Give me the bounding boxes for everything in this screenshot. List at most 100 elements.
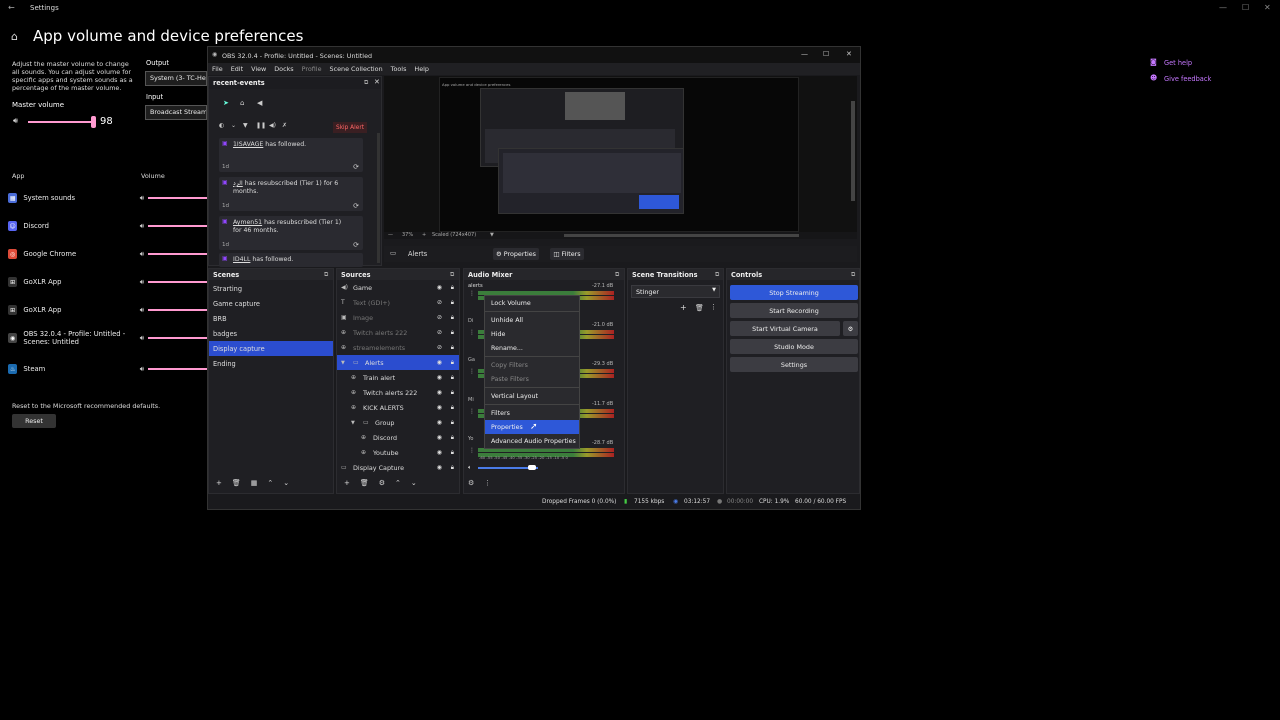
- menu-item[interactable]: Scene Collection: [330, 65, 383, 73]
- app-volume-slider[interactable]: [148, 197, 208, 199]
- eye-icon[interactable]: ◉: [437, 464, 442, 471]
- scene-item[interactable]: BRB: [209, 311, 333, 326]
- add-icon[interactable]: +: [680, 303, 687, 312]
- skip-alert-button[interactable]: Skip Alert: [333, 122, 367, 133]
- obs-close-icon[interactable]: ✕: [846, 50, 852, 58]
- source-item[interactable]: ⊕ streamelements ⊘ 🔒︎: [337, 340, 459, 355]
- close-icon[interactable]: ✕: [1264, 3, 1271, 12]
- zoom-in-icon[interactable]: +: [422, 232, 426, 238]
- zoom-mode[interactable]: Scaled (724x407): [432, 232, 476, 238]
- speaker-icon[interactable]: 🔊︎: [140, 222, 144, 231]
- source-item[interactable]: ⊕ Discord ◉ 🔒︎: [337, 430, 459, 445]
- event-user[interactable]: ID4LL: [233, 256, 250, 263]
- source-item[interactable]: ⊕ Twitch alerts 222 ◉ 🔒︎: [337, 385, 459, 400]
- context-menu-item[interactable]: Filters: [485, 406, 579, 420]
- app-volume-slider[interactable]: [148, 337, 208, 339]
- event-card[interactable]: ▣ الرد has resubscribed (Tier 1) for 6 mo…: [219, 177, 363, 211]
- eye-hidden-icon[interactable]: ⊘: [437, 299, 442, 306]
- eye-icon[interactable]: ◉: [437, 359, 442, 366]
- eye-hidden-icon[interactable]: ⊘: [437, 344, 442, 351]
- source-item[interactable]: ◀) Game ◉ 🔒︎: [337, 280, 459, 295]
- skip-icon[interactable]: ✗: [282, 122, 287, 129]
- lock-icon[interactable]: 🔒︎: [451, 404, 454, 412]
- chevron-down-icon[interactable]: ⌄: [231, 122, 236, 129]
- down-icon[interactable]: ⌄: [283, 479, 289, 487]
- event-user[interactable]: Aymen51: [233, 219, 262, 226]
- context-menu-item[interactable]: Advanced Audio Properties: [485, 434, 579, 448]
- replay-icon[interactable]: ⟳: [353, 202, 359, 210]
- gear-icon[interactable]: ⚙: [379, 479, 385, 487]
- replay-icon[interactable]: ⟳: [353, 241, 359, 249]
- app-volume-slider[interactable]: [148, 309, 208, 311]
- mixer-undock-icon[interactable]: ⧉: [615, 271, 619, 279]
- context-menu-item[interactable]: Unhide All: [485, 313, 579, 327]
- filter-icon[interactable]: ▦: [251, 479, 258, 487]
- app-volume-slider[interactable]: [148, 368, 208, 370]
- volume-icon[interactable]: ◀): [269, 122, 276, 129]
- events-scrollbar[interactable]: [377, 133, 380, 263]
- trash-icon[interactable]: 🗑︎: [360, 479, 369, 487]
- source-item[interactable]: T Text (GDI+) ⊘ 🔒︎: [337, 295, 459, 310]
- give-feedback-link[interactable]: Give feedback: [1164, 75, 1211, 83]
- transitions-undock-icon[interactable]: ⧉: [715, 271, 719, 279]
- expand-icon[interactable]: ▼: [351, 420, 359, 426]
- master-volume-slider[interactable]: [28, 121, 94, 123]
- reset-button[interactable]: Reset: [12, 414, 56, 428]
- start-recording-button[interactable]: Start Recording: [730, 303, 858, 318]
- menu-item[interactable]: Tools: [391, 65, 407, 73]
- channel-menu-icon[interactable]: ⋮: [469, 290, 475, 297]
- pause-icon[interactable]: ❚❚: [256, 122, 266, 129]
- mixer-gear-icon[interactable]: ⚙: [468, 479, 474, 487]
- megaphone-icon[interactable]: ◀: [257, 99, 262, 107]
- eye-icon[interactable]: ◉: [437, 404, 442, 411]
- preview-area[interactable]: App volume and device preferences — 37% …: [384, 76, 857, 239]
- replay-icon[interactable]: ⟳: [353, 163, 359, 171]
- settings-button[interactable]: Settings: [730, 357, 858, 372]
- more-icon[interactable]: ⋮: [710, 303, 717, 311]
- source-item[interactable]: ▼ ▭ Group ◉ 🔒︎: [337, 415, 459, 430]
- source-item[interactable]: ⊕ Train alert ◉ 🔒︎: [337, 370, 459, 385]
- volume-slider-thumb[interactable]: [528, 465, 536, 470]
- back-arrow-icon[interactable]: ←: [8, 3, 15, 12]
- lock-icon[interactable]: 🔒︎: [451, 389, 454, 397]
- preview-scrollbar-v[interactable]: [851, 101, 855, 201]
- obs-maximize-icon[interactable]: ☐: [823, 50, 829, 58]
- down-icon[interactable]: ⌄: [411, 479, 417, 487]
- lock-icon[interactable]: 🔒︎: [451, 374, 454, 382]
- menu-item[interactable]: Edit: [231, 65, 243, 73]
- app-volume-slider[interactable]: [148, 225, 208, 227]
- scenes-undock-icon[interactable]: ⧉: [324, 271, 328, 279]
- minimize-icon[interactable]: —: [1219, 3, 1227, 12]
- properties-button[interactable]: ⚙ Properties: [493, 248, 539, 260]
- send-icon[interactable]: ➤: [223, 99, 229, 107]
- input-device-select[interactable]: Broadcast Stream: [145, 105, 207, 120]
- eye-hidden-icon[interactable]: ⊘: [437, 329, 442, 336]
- menu-item[interactable]: View: [251, 65, 266, 73]
- lock-icon[interactable]: 🔒︎: [451, 449, 454, 457]
- mute-icon[interactable]: 🔈︎: [468, 464, 472, 472]
- lock-icon[interactable]: 🔒︎: [451, 344, 454, 352]
- output-device-select[interactable]: System (3- TC-Heli: [145, 71, 207, 86]
- speaker-icon[interactable]: 🔊︎: [140, 365, 144, 374]
- speaker-icon[interactable]: 🔊︎: [140, 194, 144, 203]
- controls-undock-icon[interactable]: ⧉: [851, 271, 855, 279]
- sources-undock-icon[interactable]: ⧉: [450, 271, 454, 279]
- source-item[interactable]: ▼ ▭ Alerts ◉ 🔒︎: [337, 355, 459, 370]
- trash-icon[interactable]: 🗑︎: [232, 479, 241, 487]
- menu-item[interactable]: Help: [414, 65, 429, 73]
- scene-item[interactable]: badges: [209, 326, 333, 341]
- scene-item[interactable]: Strarting: [209, 281, 333, 296]
- scene-item[interactable]: Display capture: [209, 341, 333, 356]
- source-item[interactable]: ⊕ Twitch alerts 222 ⊘ 🔒︎: [337, 325, 459, 340]
- preview-scrollbar-h[interactable]: [564, 234, 799, 237]
- obs-minimize-icon[interactable]: —: [801, 50, 808, 58]
- add-icon[interactable]: +: [344, 479, 350, 487]
- event-user[interactable]: 1ISAVAGE: [233, 141, 263, 148]
- lock-icon[interactable]: 🔒︎: [451, 419, 454, 427]
- zoom-out-icon[interactable]: —: [388, 232, 393, 238]
- eye-icon[interactable]: ◉: [437, 284, 442, 291]
- home-icon[interactable]: ⌂: [11, 30, 18, 43]
- eye-hidden-icon[interactable]: ⊘: [437, 314, 442, 321]
- lock-icon[interactable]: 🔒︎: [451, 284, 454, 292]
- mixer-menu-icon[interactable]: ⋮: [484, 479, 491, 487]
